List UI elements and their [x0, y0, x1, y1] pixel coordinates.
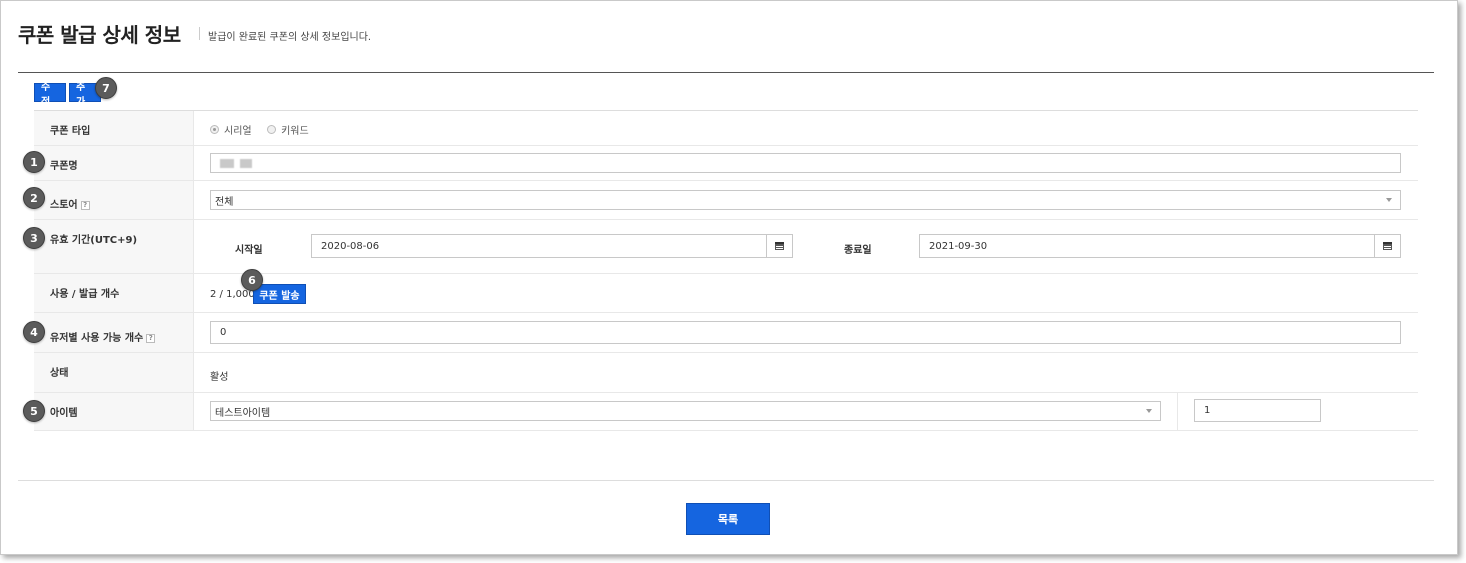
row-store: 스토어? 전체: [34, 181, 1418, 220]
annotation-badge: 6: [241, 269, 263, 291]
item-quantity-value: 1: [1204, 405, 1211, 416]
end-date-label: 종료일: [844, 245, 872, 256]
annotation-badge: 2: [23, 187, 45, 209]
coupon-detail-window: 쿠폰 발급 상세 정보 발급이 완료된 쿠폰의 상세 정보입니다. 수정 추가 …: [0, 0, 1458, 555]
end-calendar-button[interactable]: [1374, 234, 1401, 258]
start-calendar-button[interactable]: [766, 234, 793, 258]
help-icon[interactable]: ?: [146, 333, 156, 343]
annotation-badge: 3: [23, 227, 45, 249]
redacted-text: [220, 158, 234, 168]
per-user-label-text: 유저별 사용 가능 개수: [50, 333, 144, 344]
radio-keyword[interactable]: 키워드: [267, 122, 309, 137]
footer-divider: [18, 480, 1434, 481]
chevron-down-icon: [1386, 198, 1392, 202]
store-label: 스토어?: [34, 181, 194, 219]
annotation-badge: 5: [23, 400, 45, 422]
coupon-type-value: 시리얼 키워드: [194, 111, 1418, 145]
chevron-down-icon: [1146, 409, 1152, 413]
help-icon[interactable]: ?: [80, 200, 90, 210]
per-user-input[interactable]: 0: [210, 321, 1401, 344]
radio-serial-dot: [210, 125, 219, 134]
store-label-text: 스토어: [50, 200, 78, 211]
item-select[interactable]: 테스트아이템: [210, 401, 1161, 421]
coupon-type-label: 쿠폰 타입: [34, 111, 194, 145]
page-title: 쿠폰 발급 상세 정보: [18, 23, 181, 47]
store-select[interactable]: 전체: [210, 190, 1401, 210]
row-coupon-type: 쿠폰 타입 시리얼 키워드: [34, 111, 1418, 146]
store-value: 전체: [194, 181, 1418, 219]
redacted-text: [240, 158, 252, 168]
title-divider: [199, 27, 200, 40]
item-quantity-input[interactable]: 1: [1194, 399, 1321, 422]
row-item: 아이템 테스트아이템 1: [34, 393, 1418, 431]
per-user-value-text: 0: [220, 327, 227, 338]
row-per-user: 유저별 사용 가능 개수? 0: [34, 313, 1418, 353]
edit-button[interactable]: 수정: [34, 82, 66, 108]
per-user-label: 유저별 사용 가능 개수?: [34, 313, 194, 352]
per-user-value: 0: [194, 313, 1418, 352]
start-date-input[interactable]: 2020-08-06: [311, 234, 767, 258]
start-date-value: 2020-08-06: [321, 240, 380, 252]
coupon-form-table: 쿠폰 타입 시리얼 키워드 쿠폰명 스토어 ? 전체 유효 기간(UTC+9) …: [34, 110, 1418, 431]
coupon-name-input[interactable]: [210, 153, 1401, 173]
radio-keyword-dot: [267, 125, 277, 134]
calendar-icon: [775, 242, 784, 250]
validity-value: 시작일 2020-08-06 종료일 2021-09-30: [194, 220, 1418, 273]
item-label: 아이템: [34, 393, 194, 430]
end-date-input[interactable]: 2021-09-30: [919, 234, 1375, 258]
item-selected: 테스트아이템: [215, 407, 271, 419]
item-quantity-cell: 1: [1177, 393, 1337, 431]
radio-serial[interactable]: 시리얼: [210, 122, 252, 137]
store-selected: 전체: [215, 196, 234, 208]
coupon-name-label: 쿠폰명: [34, 146, 194, 180]
send-coupon-button[interactable]: 쿠폰 발송: [253, 284, 306, 304]
row-coupon-name: 쿠폰명: [34, 146, 1418, 181]
radio-serial-label: 시리얼: [224, 126, 252, 137]
status-text: 활성: [210, 372, 229, 383]
annotation-badge: 1: [23, 151, 45, 173]
status-label: 상태: [34, 353, 194, 392]
usage-count: 2 / 1,000: [210, 289, 255, 300]
item-value: 테스트아이템 1: [194, 393, 1418, 431]
page-description: 발급이 완료된 쿠폰의 상세 정보입니다.: [208, 32, 372, 43]
start-date-label: 시작일: [235, 245, 263, 256]
annotation-badge: 7: [95, 77, 117, 99]
usage-value: 2 / 1,000 쿠폰 발송: [194, 274, 1418, 312]
coupon-name-value: [194, 146, 1418, 180]
calendar-icon: [1383, 242, 1392, 250]
status-value: 활성: [194, 353, 1418, 392]
header-divider: [18, 72, 1434, 73]
row-validity: 유효 기간(UTC+9) 시작일 2020-08-06 종료일 2021-09-…: [34, 220, 1418, 274]
end-date-value: 2021-09-30: [929, 240, 988, 252]
usage-label: 사용 / 발급 개수: [34, 274, 194, 312]
annotation-badge: 4: [23, 321, 45, 343]
radio-keyword-label: 키워드: [281, 126, 309, 137]
row-status: 상태 활성: [34, 353, 1418, 393]
validity-label: 유효 기간(UTC+9): [34, 220, 194, 273]
list-button[interactable]: 목록: [686, 503, 770, 535]
